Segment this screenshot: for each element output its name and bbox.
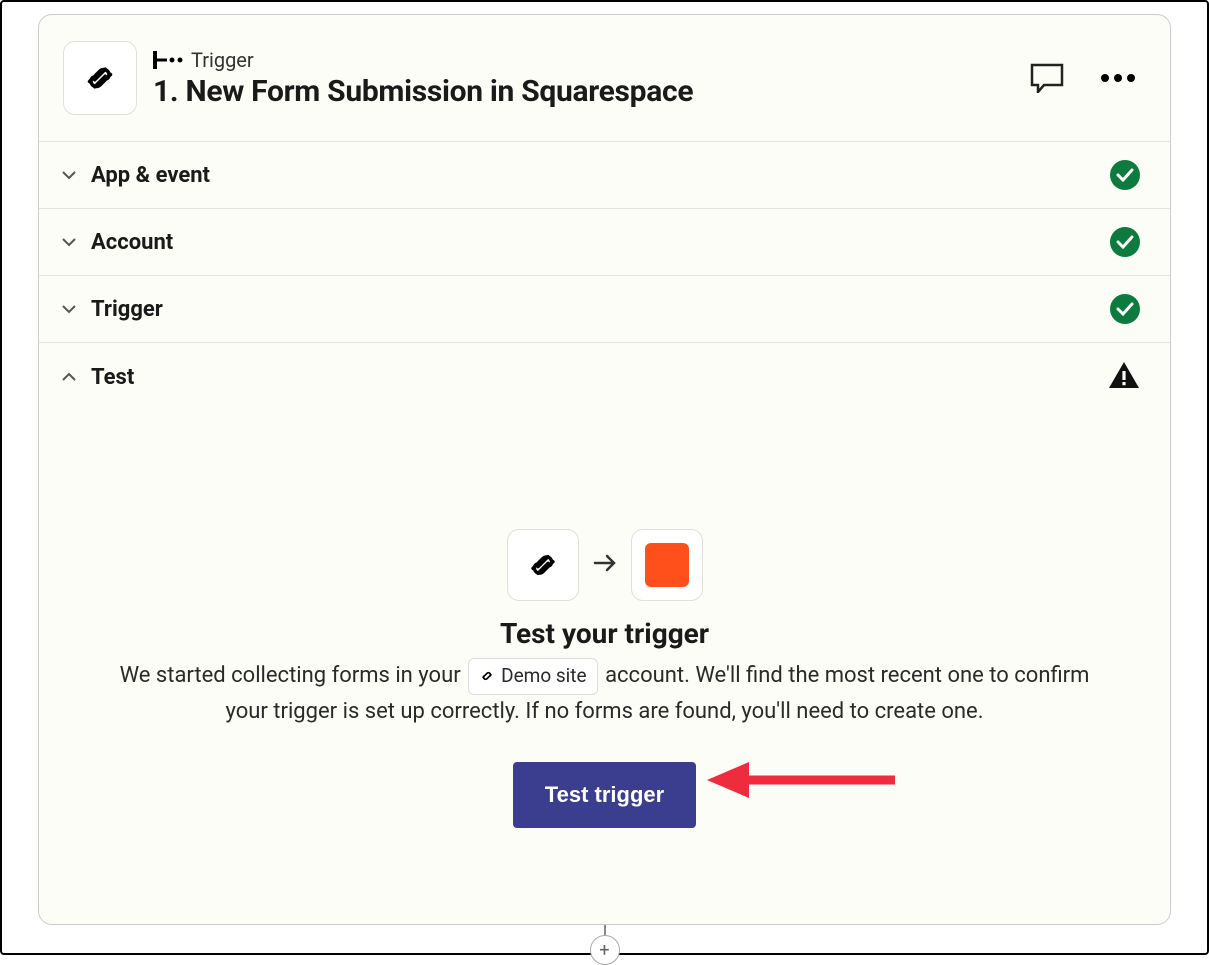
- section-test[interactable]: Test: [39, 343, 1170, 411]
- test-trigger-button[interactable]: Test trigger: [513, 762, 696, 828]
- comments-button[interactable]: [1026, 59, 1068, 97]
- chevron-down-icon: [61, 237, 77, 247]
- step-type-label: Trigger: [191, 48, 254, 72]
- squarespace-icon: [79, 57, 121, 99]
- section-app-event[interactable]: App & event: [39, 142, 1170, 209]
- trigger-step-panel: Trigger 1. New Form Submission in Square…: [38, 14, 1171, 925]
- pill-label: Demo site: [501, 662, 586, 691]
- status-complete-icon: [1110, 227, 1140, 257]
- status-complete-icon: [1110, 294, 1140, 324]
- zapier-icon: [645, 543, 689, 587]
- chevron-up-icon: [61, 372, 77, 382]
- status-warning-icon: [1108, 361, 1140, 393]
- section-account[interactable]: Account: [39, 209, 1170, 276]
- section-label: Test: [91, 365, 1094, 390]
- status-complete-icon: [1110, 160, 1140, 190]
- squarespace-icon: [479, 668, 495, 684]
- section-label: Trigger: [91, 297, 1096, 322]
- test-description: We started collecting forms in your Demo…: [120, 658, 1090, 728]
- chevron-down-icon: [61, 170, 77, 180]
- destination-app-icon: [631, 529, 703, 601]
- step-title: 1. New Form Submission in Squarespace: [153, 74, 1010, 109]
- flow-diagram: [507, 529, 703, 601]
- timeline-icon: [153, 51, 183, 69]
- account-pill[interactable]: Demo site: [468, 658, 597, 695]
- source-app-icon: [507, 529, 579, 601]
- more-options-button[interactable]: [1096, 69, 1140, 87]
- step-header: Trigger 1. New Form Submission in Square…: [39, 15, 1170, 142]
- test-heading: Test your trigger: [500, 617, 709, 650]
- more-icon: [1100, 73, 1136, 83]
- section-trigger[interactable]: Trigger: [39, 276, 1170, 343]
- arrow-right-icon: [593, 553, 617, 577]
- comment-icon: [1030, 63, 1064, 93]
- squarespace-icon: [523, 545, 563, 585]
- section-label: Account: [91, 230, 1096, 255]
- test-panel: Test your trigger We started collecting …: [39, 411, 1170, 924]
- section-label: App & event: [91, 163, 1096, 188]
- app-icon: [63, 41, 137, 115]
- add-step-button[interactable]: +: [590, 935, 620, 965]
- chevron-down-icon: [61, 304, 77, 314]
